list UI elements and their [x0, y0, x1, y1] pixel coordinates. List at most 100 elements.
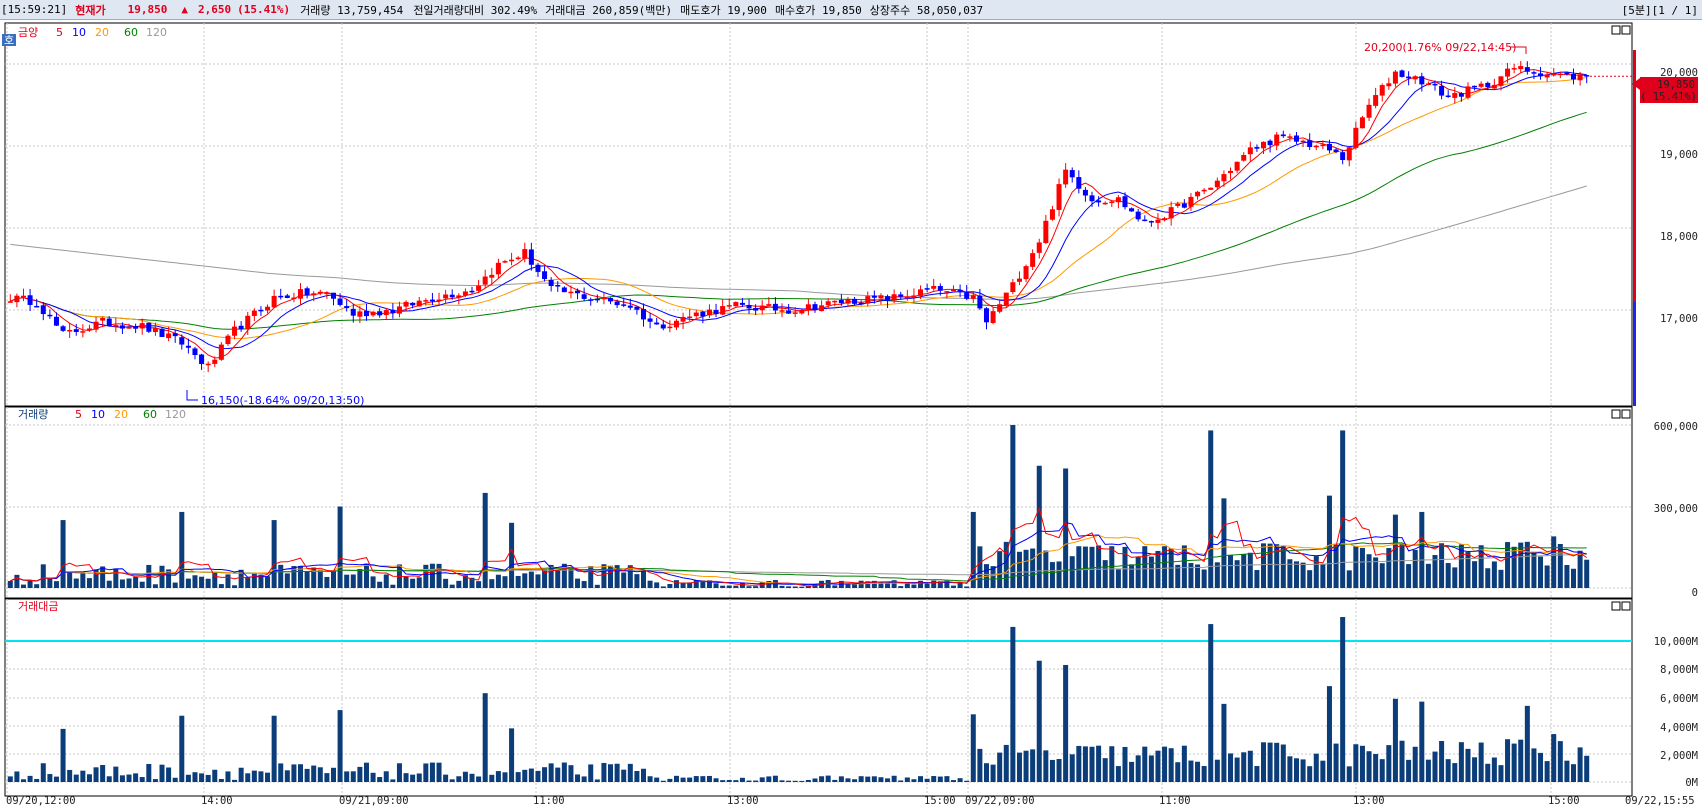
candle-body [265, 306, 271, 311]
candle-body [1280, 134, 1286, 137]
candle-body [476, 285, 482, 291]
candle-body [185, 345, 191, 348]
candle-body [1016, 278, 1022, 282]
candle-body [977, 295, 983, 309]
amount-bar [1201, 766, 1207, 782]
amount-bar [1003, 744, 1009, 782]
volume-bar [67, 572, 73, 588]
candle-body [1577, 74, 1583, 81]
ma5-label: 5 [56, 26, 63, 39]
amount-bar [726, 780, 732, 782]
amount-bar [390, 779, 396, 782]
candle-body [1439, 85, 1445, 96]
volume-bar [601, 564, 607, 588]
amount-bar [918, 776, 924, 782]
volume-bar [1577, 550, 1583, 588]
amount-bar [86, 774, 92, 782]
volume-bar [594, 584, 600, 588]
candle-body [509, 259, 515, 262]
volume-bar [1538, 556, 1544, 588]
amount-bar [1175, 762, 1181, 782]
amount-bar [509, 728, 515, 782]
amount-bar [680, 777, 686, 782]
period-selector[interactable]: [5분][1 / 1] [1622, 2, 1698, 18]
amount-bar [119, 775, 125, 782]
amount-bar [232, 779, 238, 782]
amount-bar [759, 777, 765, 782]
volume-bar [278, 564, 284, 588]
candle-body [1333, 149, 1339, 153]
amount-bar [14, 771, 20, 782]
amount-bar [106, 776, 112, 782]
candle-body [1491, 84, 1497, 89]
candle-body [1359, 117, 1365, 129]
volume-bar [324, 576, 330, 588]
y-tick: 600,000 [1654, 421, 1698, 433]
amount-bar [271, 715, 277, 782]
candle-body [1584, 75, 1590, 77]
volume-bar [1201, 569, 1207, 588]
candle-body [317, 291, 323, 294]
volume-bar [1551, 536, 1557, 588]
volume-bar [476, 581, 482, 588]
price-panel[interactable] [4, 22, 1633, 407]
candle-body [502, 261, 508, 263]
candle-body [1557, 73, 1563, 76]
candle-body [1195, 191, 1201, 197]
volume-bar [1465, 552, 1471, 588]
candle-body [344, 306, 350, 309]
x-axis: 09/20,12:00 14:00 09/21,09:00 11:00 13:0… [5, 795, 1695, 806]
amount-bar [1419, 701, 1425, 782]
volume-bar [746, 586, 752, 588]
amount-bar [403, 773, 409, 782]
chart-canvas[interactable]: 호 금양 5 10 20 60 120 거래량 5 10 20 60 120 거… [0, 20, 1702, 806]
volume-bar [673, 580, 679, 588]
candle-body [370, 311, 376, 316]
candle-body [192, 348, 198, 355]
volume-bar [271, 520, 277, 588]
candle-body [100, 317, 106, 321]
volume-bar [753, 586, 759, 588]
candle-body [911, 295, 917, 298]
volume-bar [350, 574, 356, 588]
candle-body [561, 287, 567, 293]
high-annotation: 20,200(1.76% 09/22,14:45) [1364, 41, 1527, 54]
volume-bar [1076, 546, 1082, 588]
amount-bar [581, 776, 587, 782]
amount-bar [436, 762, 442, 782]
x-tick: 11:00 [1159, 795, 1191, 806]
volume-bar [53, 581, 59, 588]
volume-bar [1148, 556, 1154, 588]
quote-time: [15:59:21] [1, 3, 68, 16]
vol-ma60-label: 60 [143, 408, 157, 421]
amount-bar [1379, 759, 1385, 782]
volume-bar [654, 582, 660, 588]
amount-bar [1557, 741, 1563, 782]
candle-body [983, 308, 989, 323]
candle-body [1353, 127, 1359, 148]
candle-body [706, 309, 712, 316]
volume-bar [977, 546, 983, 588]
volume-bar [1122, 546, 1128, 588]
volume-bar [205, 578, 211, 588]
candle-body [1135, 211, 1141, 220]
candle-body [1228, 170, 1234, 174]
candle-body [73, 329, 79, 333]
volume-bar [1485, 568, 1491, 588]
candle-body [640, 309, 647, 320]
candle-body [225, 335, 231, 345]
volume-bar [555, 570, 561, 588]
candle-body [436, 299, 442, 302]
x-end-label: 09/22,15:55 [1625, 795, 1695, 806]
volume-bar [1254, 569, 1260, 588]
y-tick: 300,000 [1654, 503, 1698, 515]
ma20-label: 20 [95, 26, 109, 39]
amount-bar [522, 769, 528, 782]
volume-bar [443, 578, 449, 588]
candle-body [1063, 169, 1069, 185]
amount-bar [1010, 626, 1016, 782]
candle-body [40, 305, 46, 315]
candle-body [1346, 147, 1352, 161]
candle-body [739, 302, 745, 305]
amount-bar [298, 764, 304, 782]
